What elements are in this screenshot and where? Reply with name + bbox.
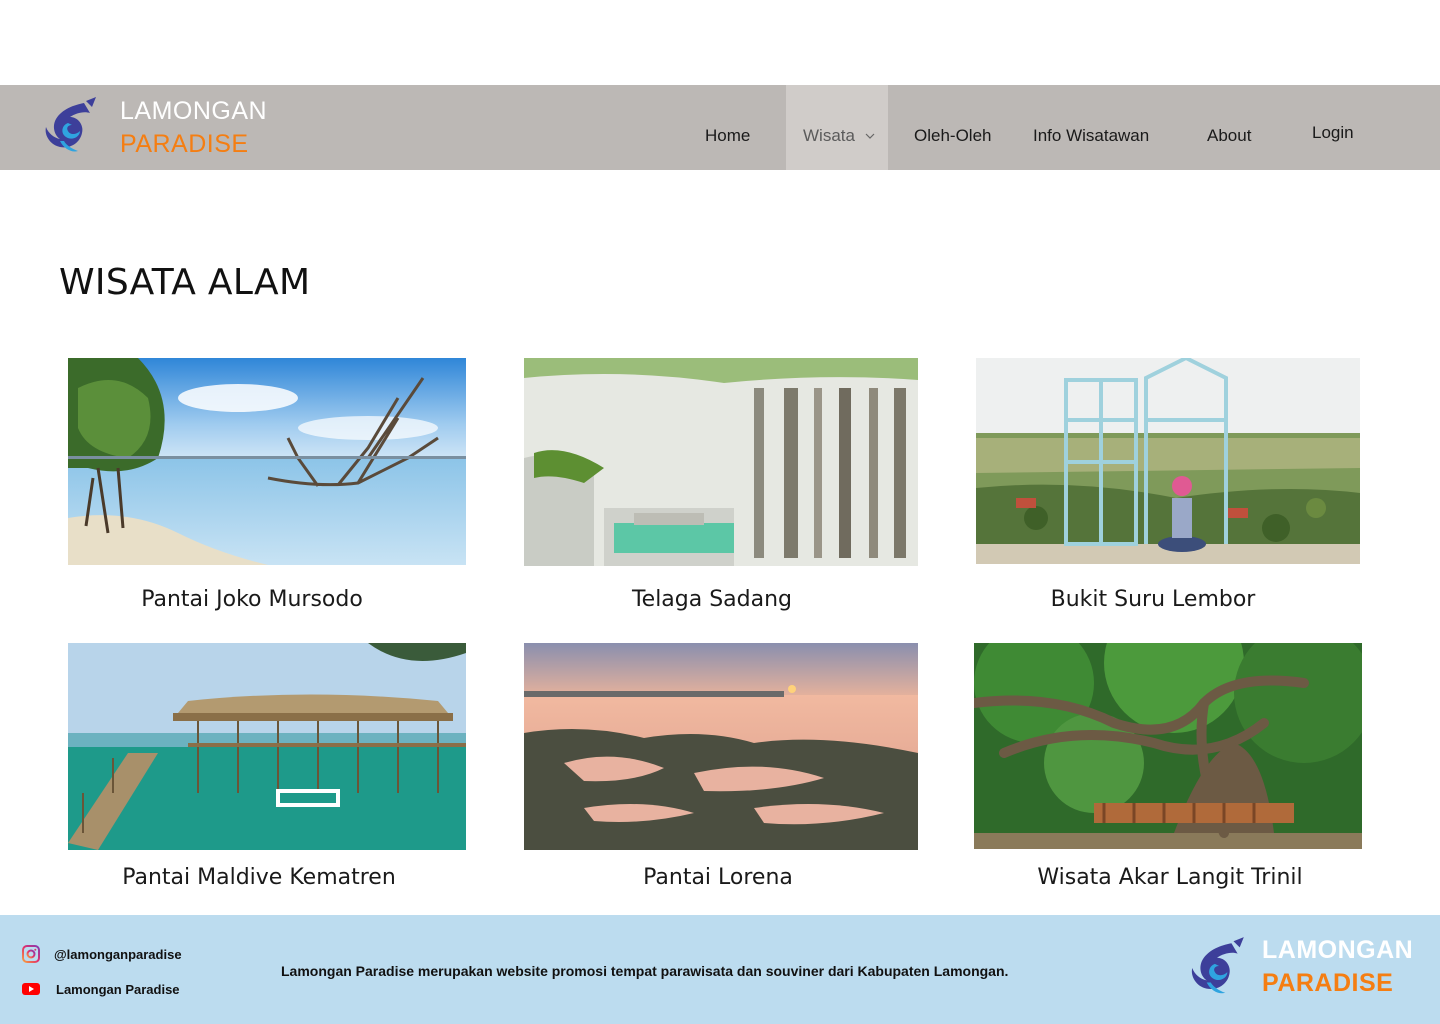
nav-wisata-dropdown[interactable]: Wisata	[786, 85, 888, 170]
nav-wisata-label: Wisata	[803, 125, 855, 145]
instagram-handle: @lamonganparadise	[54, 946, 182, 962]
destination-photo-bukit-suru-lembor[interactable]	[976, 358, 1360, 564]
nav-about-label: About	[1207, 125, 1252, 145]
footer: @lamonganparadise Lamongan Paradise Lamo…	[0, 915, 1440, 1024]
destination-caption[interactable]: Telaga Sadang	[524, 587, 900, 612]
nav-oleh-oleh-label: Oleh-Oleh	[914, 125, 992, 145]
footer-brand-name: LAMONGAN PARADISE	[1262, 934, 1413, 1000]
youtube-link[interactable]: Lamongan Paradise	[22, 980, 180, 998]
destination-caption[interactable]: Pantai Joko Mursodo	[68, 587, 436, 612]
nav-info-wisatawan[interactable]: Info Wisatawan	[1033, 85, 1149, 170]
footer-brand-line-2: PARADISE	[1262, 969, 1394, 997]
login-link[interactable]: Login	[1312, 85, 1354, 170]
destination-photo-telaga-sadang[interactable]	[524, 358, 918, 566]
nav-oleh-oleh[interactable]: Oleh-Oleh	[914, 85, 991, 170]
destination-photo-pantai-maldive-kematren[interactable]	[68, 643, 466, 850]
brand-line-2: PARADISE	[120, 130, 249, 158]
instagram-link[interactable]: @lamonganparadise	[22, 945, 182, 963]
destination-photo-pantai-joko-mursodo[interactable]	[68, 358, 466, 565]
destination-caption[interactable]: Bukit Suru Lembor	[976, 587, 1330, 612]
nav-info-label: Info Wisatawan	[1033, 125, 1150, 145]
footer-logo-icon[interactable]	[1184, 935, 1250, 1001]
chevron-down-icon	[865, 133, 875, 139]
youtube-channel: Lamongan Paradise	[56, 981, 180, 997]
instagram-icon	[22, 945, 40, 963]
page-title: WISATA ALAM	[59, 262, 311, 303]
nav-about[interactable]: About	[1207, 85, 1251, 170]
destination-caption[interactable]: Pantai Lorena	[524, 865, 912, 890]
navbar: LAMONGAN PARADISE Home Wisata Oleh-Oleh …	[0, 85, 1440, 170]
youtube-icon	[22, 983, 40, 995]
footer-tagline: Lamongan Paradise merupakan website prom…	[281, 963, 1009, 979]
nav-home[interactable]: Home	[705, 85, 750, 170]
lamongan-paradise-logo-icon[interactable]	[38, 95, 102, 159]
destination-caption[interactable]: Pantai Maldive Kematren	[68, 865, 450, 890]
login-label: Login	[1312, 122, 1354, 142]
destination-photo-pantai-lorena[interactable]	[524, 643, 918, 850]
brand-name[interactable]: LAMONGAN PARADISE	[120, 95, 267, 161]
nav-home-label: Home	[705, 125, 751, 145]
destination-photo-wisata-akar-langit-trinil[interactable]	[974, 643, 1362, 849]
destination-caption[interactable]: Wisata Akar Langit Trinil	[974, 865, 1366, 890]
brand-line-1: LAMONGAN	[120, 97, 268, 125]
footer-brand-line-1: LAMONGAN	[1262, 936, 1414, 964]
